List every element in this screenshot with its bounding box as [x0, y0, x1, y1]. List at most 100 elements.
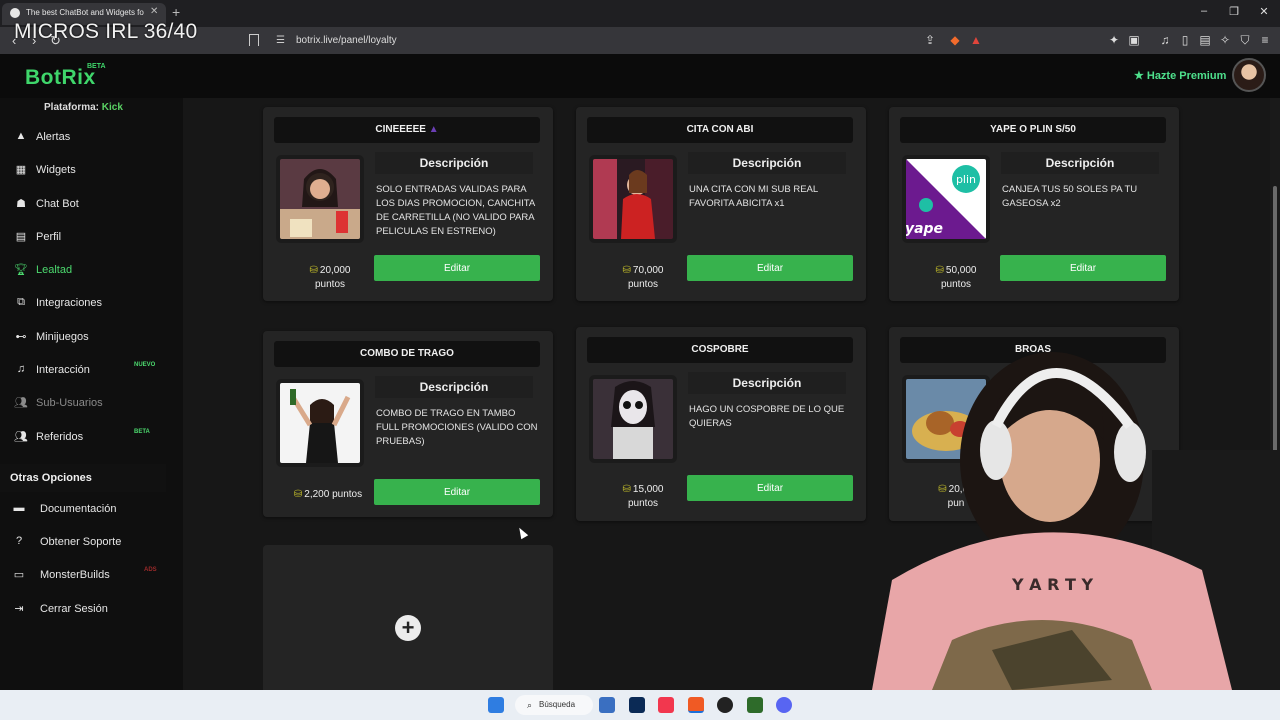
photoshop-icon[interactable]: [629, 697, 645, 713]
edit-button[interactable]: Editar: [374, 255, 540, 281]
star-icon: ★: [1134, 70, 1144, 82]
sidebar-icon[interactable]: ▯: [1177, 33, 1193, 47]
reward-card: COMBO DE TRAGO Descripción COMBO DE TRAG…: [263, 331, 553, 517]
screenshot-icon[interactable]: ▣: [1126, 33, 1142, 47]
streamer-camera: Y A R T Y: [872, 352, 1280, 690]
sidebar-item-referidos[interactable]: 👥︎ Referidos BETA: [0, 424, 166, 452]
sidebar-item-label: Sub-Usuarios: [36, 397, 103, 409]
sidebar-item-label: Chat Bot: [36, 198, 79, 210]
edit-button[interactable]: Editar: [687, 255, 853, 281]
reward-photo: [280, 159, 360, 239]
reward-points: ⛁ 2,200 puntos: [293, 489, 363, 500]
reward-points: ⛁ 20,000 puntos: [309, 265, 351, 290]
plug-icon: ⧉: [17, 296, 25, 308]
platform-label: Plataforma:: [44, 102, 100, 113]
platform-value: Kick: [101, 102, 123, 113]
premium-link[interactable]: ★ Hazte Premium: [1134, 69, 1226, 82]
id-card-icon: ▤: [15, 231, 27, 243]
sidebar-item-widgets[interactable]: ▦ Widgets: [0, 157, 166, 185]
sidebar-item-monsterbuilds[interactable]: ▭ MonsterBuilds ADS: [0, 562, 166, 590]
sidebar-item-label: Documentación: [40, 503, 117, 515]
rewards-icon[interactable]: ▲: [968, 33, 984, 47]
svg-text:plin: plin: [956, 173, 976, 186]
site-settings-icon[interactable]: ☰: [276, 35, 285, 46]
sidebar-item-label: Referidos: [36, 431, 84, 443]
music-icon: ♫: [16, 363, 26, 375]
add-reward-card[interactable]: +: [263, 545, 553, 690]
sidebar-item-label: Widgets: [36, 164, 76, 176]
maximize-icon[interactable]: ❐: [1224, 5, 1244, 18]
reward-image: [280, 383, 360, 463]
leo-icon[interactable]: ✧: [1217, 33, 1233, 47]
sidebar-item-perfil[interactable]: ▤ Perfil: [0, 224, 166, 252]
sidebar-item-integraciones[interactable]: ⧉ Integraciones: [0, 290, 166, 318]
sidebar-item-documentacion[interactable]: ▬ Documentación: [0, 496, 166, 524]
sidebar-item-sub-usuarios[interactable]: 👥︎ Sub-Usuarios: [0, 390, 166, 418]
section-other-options: Otras Opciones: [0, 464, 166, 492]
reward-card: CITA CON ABI Descripción UNA CITA CON MI…: [576, 107, 866, 301]
extensions-icon[interactable]: ✦: [1106, 33, 1122, 47]
trophy-icon: 🏆︎: [14, 264, 28, 276]
sidebar-item-label: Integraciones: [36, 297, 103, 309]
reward-photo: [280, 383, 360, 463]
obs-icon[interactable]: [717, 697, 733, 713]
sidebar-item-minijuegos[interactable]: ⊷ Minijuegos: [0, 324, 166, 352]
reward-description: COMBO DE TRAGO EN TAMBO FULL PROMOCIONES…: [376, 408, 538, 447]
sidebar-item-interaccion[interactable]: ♫ Interacción NUEVO: [0, 357, 166, 385]
menu-icon[interactable]: ≡: [1257, 33, 1273, 47]
edit-button[interactable]: Editar: [1000, 255, 1166, 281]
logout-icon: ⇥: [14, 603, 24, 615]
close-window-icon[interactable]: ✕: [1254, 5, 1274, 18]
grid-icon: ▦: [15, 164, 27, 176]
new-badge: NUEVO: [134, 362, 156, 368]
beta-badge: BETA: [87, 63, 106, 70]
minimize-icon[interactable]: –: [1194, 5, 1214, 17]
search-icon: ⌕: [527, 700, 533, 710]
vpn-icon[interactable]: ⛉: [1237, 33, 1253, 48]
wallet-icon[interactable]: ▤: [1197, 33, 1213, 47]
close-tab-icon[interactable]: ✕: [150, 6, 158, 17]
botrix-logo[interactable]: BotRix: [25, 66, 96, 90]
media-icon[interactable]: ♫: [1157, 33, 1173, 47]
ads-badge: ADS: [144, 567, 157, 573]
edit-button[interactable]: Editar: [374, 479, 540, 505]
platform-info: Plataforma: Kick: [44, 102, 123, 113]
bookmark-icon[interactable]: [249, 34, 259, 46]
share-icon[interactable]: ⇪: [922, 33, 938, 47]
music-app-icon[interactable]: [658, 697, 674, 713]
discord-icon[interactable]: [776, 697, 792, 713]
game-app-icon[interactable]: [747, 697, 763, 713]
file-explorer-icon[interactable]: [599, 697, 615, 713]
robot-icon: ☗: [16, 198, 26, 210]
users-icon: 👥︎: [14, 397, 28, 409]
description-heading: Descripción: [1001, 152, 1159, 174]
sidebar-item-label: Alertas: [36, 131, 71, 143]
stream-overlay-text: MICROS IRL 36/40: [14, 20, 198, 43]
sidebar-item-chatbot[interactable]: ☗ Chat Bot: [0, 191, 166, 219]
help-icon: ?: [15, 535, 23, 547]
sidebar-item-soporte[interactable]: ? Obtener Soporte: [0, 529, 166, 557]
reward-title: CITA CON ABI: [587, 117, 853, 143]
reward-description: SOLO ENTRADAS VALIDAS PARA LOS DIAS PROM…: [376, 184, 535, 237]
brave-browser-icon[interactable]: [688, 697, 704, 713]
sidebar-item-cerrar-sesion[interactable]: ⇥ Cerrar Sesión: [0, 596, 166, 624]
book-icon: ▬: [13, 502, 25, 514]
new-tab-button[interactable]: +: [172, 4, 180, 20]
app-header: BotRix BETA ★ Hazte Premium: [0, 54, 1280, 98]
sidebar-item-lealtad[interactable]: 🏆︎ Lealtad: [0, 257, 166, 285]
yape-plin-logo: plin yape: [906, 159, 986, 239]
windows-start-icon[interactable]: [488, 697, 504, 713]
taskbar-search[interactable]: ⌕ Búsqueda: [515, 695, 593, 715]
sidebar: Plataforma: Kick ▲ Alertas ▦ Widgets ☗ C…: [0, 98, 183, 690]
url-field[interactable]: botrix.live/panel/loyalty: [296, 35, 397, 46]
brave-shield-icon[interactable]: ◆: [947, 33, 963, 47]
sidebar-item-label: Lealtad: [36, 264, 73, 276]
coins-icon: ⛁: [293, 489, 303, 500]
coins-icon: ⛁: [622, 484, 631, 495]
sidebar-item-alertas[interactable]: ▲ Alertas: [0, 124, 166, 152]
svg-text:Y A R T Y: Y A R T Y: [1011, 575, 1093, 594]
gamepad-icon: ⊷: [15, 331, 27, 343]
plus-icon[interactable]: +: [395, 615, 421, 641]
search-label: Búsqueda: [539, 700, 576, 709]
avatar[interactable]: [1232, 58, 1266, 92]
